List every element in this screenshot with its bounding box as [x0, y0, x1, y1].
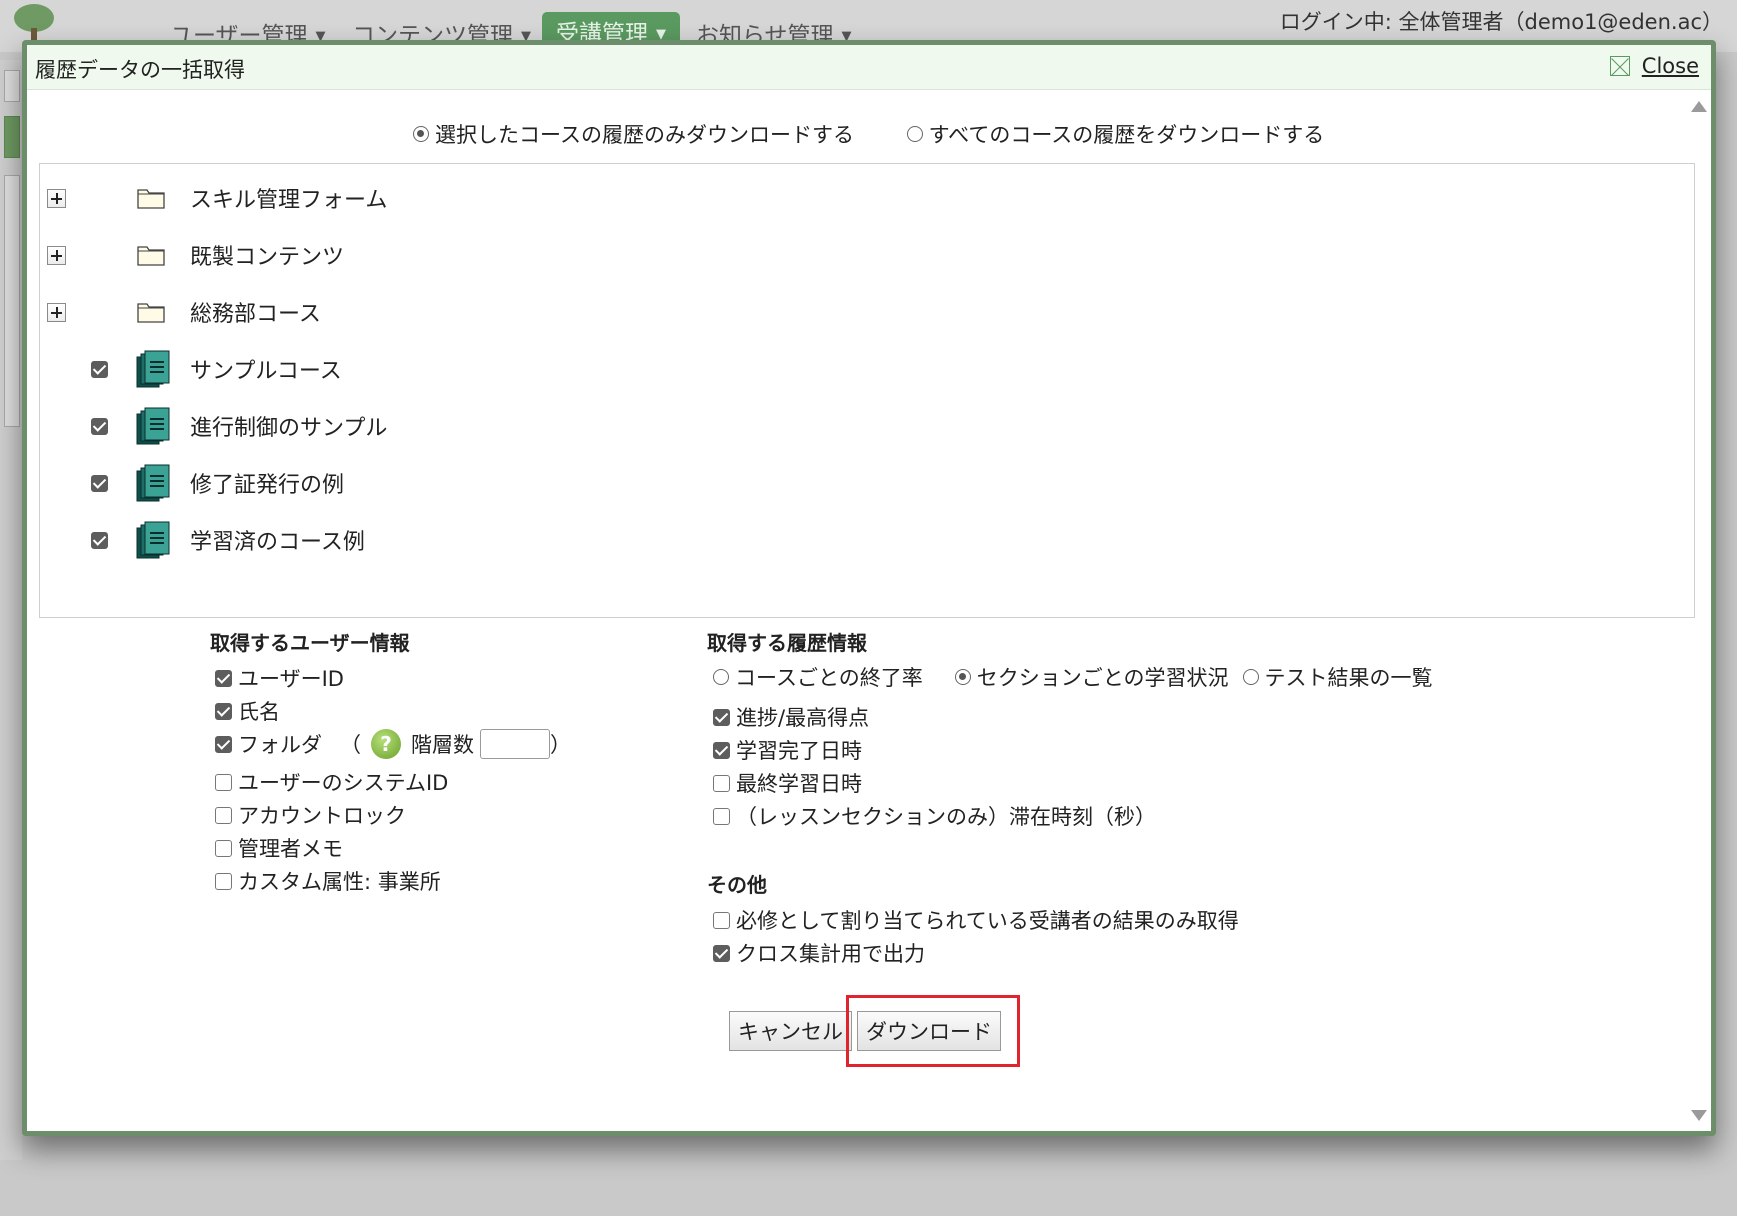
mode-completion-radio[interactable] — [713, 669, 729, 685]
option-completed-at[interactable]: 学習完了日時 — [713, 735, 862, 765]
course-book-icon — [136, 521, 170, 559]
mode-test-radio[interactable] — [1242, 669, 1259, 685]
background-panel — [4, 175, 20, 427]
other-title: その他 — [707, 873, 767, 897]
level-count-input[interactable] — [480, 729, 550, 759]
background-control — [4, 116, 20, 158]
scroll-down-arrow-icon[interactable] — [1691, 1110, 1707, 1121]
cancel-button[interactable]: キャンセル — [729, 1011, 852, 1051]
tree-item-label: スキル管理フォーム — [190, 188, 388, 213]
option-folder: フォルダ （ ? 階層数 ） — [215, 729, 571, 759]
custom-attr-checkbox[interactable] — [215, 872, 232, 890]
admin-memo-checkbox[interactable] — [215, 839, 232, 857]
expand-plus-icon[interactable] — [47, 302, 66, 322]
download-scope: 選択したコースの履歴のみダウンロードする すべてのコースの履歴をダウンロードする — [413, 119, 1370, 149]
scope-all-radio[interactable] — [906, 126, 923, 142]
history-mode-group: コースごとの終了率 セクションごとの学習状況 テスト結果の一覧 — [713, 662, 1433, 692]
close-icon — [1609, 56, 1630, 76]
mode-section-option[interactable]: セクションごとの学習状況 — [954, 662, 1229, 692]
folder-icon — [137, 246, 165, 266]
course-checkbox[interactable] — [91, 474, 108, 492]
bulk-history-dialog: 履歴データの一括取得 Close 選択したコースの履歴のみダウンロードする すべ… — [22, 40, 1716, 1136]
tree-item-label: 総務部コース — [190, 302, 321, 327]
option-progress[interactable]: 進捗/最高得点 — [713, 702, 869, 732]
folder-icon — [137, 303, 165, 323]
course-book-icon — [136, 464, 170, 502]
option-name[interactable]: 氏名 — [215, 696, 280, 726]
mode-completion-option[interactable]: コースごとの終了率 — [713, 662, 923, 692]
tree-item-label: 学習済のコース例 — [190, 530, 365, 555]
user-id-checkbox[interactable] — [215, 669, 232, 687]
scroll-up-arrow-icon[interactable] — [1691, 101, 1707, 112]
course-checkbox[interactable] — [91, 360, 108, 378]
cross-tab-checkbox[interactable] — [713, 944, 730, 962]
dialog-header: 履歴データの一括取得 Close — [27, 45, 1711, 90]
option-user-id[interactable]: ユーザーID — [215, 663, 344, 693]
system-id-checkbox[interactable] — [215, 773, 232, 791]
login-info: ログイン中: 全体管理者（demo1@eden.ac） — [1279, 10, 1723, 34]
name-checkbox[interactable] — [215, 702, 232, 720]
download-highlight-box — [846, 995, 1020, 1067]
tree-item-label: サンプルコース — [190, 359, 342, 384]
option-custom-attr[interactable]: カスタム属性: 事業所 — [215, 866, 441, 896]
option-stay-time[interactable]: （レッスンセクションのみ）滞在時刻（秒） — [713, 801, 1156, 831]
option-cross-tab[interactable]: クロス集計用で出力 — [713, 938, 925, 968]
stay-time-checkbox[interactable] — [713, 807, 730, 825]
required-only-checkbox[interactable] — [713, 911, 730, 929]
folder-checkbox[interactable] — [215, 735, 232, 753]
scope-selected-only-option[interactable]: 選択したコースの履歴のみダウンロードする — [413, 119, 854, 149]
close-button[interactable]: Close — [1609, 54, 1699, 78]
tree-logo-icon — [14, 4, 54, 42]
expand-plus-icon[interactable] — [47, 245, 66, 265]
scope-all-option[interactable]: すべてのコースの履歴をダウンロードする — [906, 119, 1324, 149]
course-book-icon — [136, 407, 170, 445]
course-checkbox[interactable] — [91, 531, 108, 549]
mode-test-option[interactable]: テスト結果の一覧 — [1242, 662, 1433, 692]
help-question-icon[interactable]: ? — [371, 729, 401, 759]
scope-selected-only-radio[interactable] — [413, 126, 429, 142]
background-sidebar — [0, 60, 22, 1160]
user-info-title: 取得するユーザー情報 — [210, 631, 410, 655]
folder-icon — [137, 189, 165, 209]
dialog-title: 履歴データの一括取得 — [35, 58, 245, 82]
course-book-icon — [136, 350, 170, 388]
option-last-learned[interactable]: 最終学習日時 — [713, 768, 862, 798]
course-tree: スキル管理フォーム 既製コンテンツ 総務部コース サンプルコース 進行制御のサン… — [39, 163, 1695, 618]
history-info-title: 取得する履歴情報 — [707, 631, 867, 655]
option-account-lock[interactable]: アカウントロック — [215, 800, 406, 830]
option-system-id[interactable]: ユーザーのシステムID — [215, 767, 448, 797]
tree-item-label: 既製コンテンツ — [190, 245, 345, 270]
last-learned-checkbox[interactable] — [713, 774, 730, 792]
close-label: Close — [1641, 54, 1699, 78]
account-lock-checkbox[interactable] — [215, 806, 232, 824]
progress-checkbox[interactable] — [713, 708, 730, 726]
expand-plus-icon[interactable] — [47, 188, 66, 208]
completed-at-checkbox[interactable] — [713, 741, 730, 759]
option-admin-memo[interactable]: 管理者メモ — [215, 833, 343, 863]
course-checkbox[interactable] — [91, 417, 108, 435]
background-control — [4, 70, 20, 102]
tree-item-label: 修了証発行の例 — [190, 473, 345, 498]
mode-section-radio[interactable] — [954, 669, 971, 685]
option-required-only[interactable]: 必修として割り当てられている受講者の結果のみ取得 — [713, 905, 1239, 935]
tree-item-label: 進行制御のサンプル — [190, 416, 388, 441]
